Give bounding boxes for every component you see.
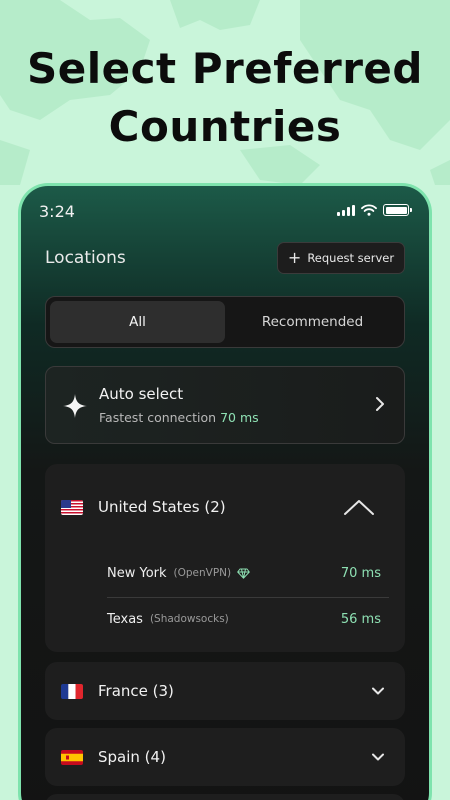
spain-flag-icon: [61, 749, 83, 765]
server-protocol: (Shadowsocks): [149, 613, 229, 625]
headline-line-2: Countries: [108, 102, 342, 151]
sparkle-icon: [63, 394, 87, 418]
chevron-right-icon: [376, 397, 384, 411]
status-time: 3:24: [39, 202, 75, 221]
chevron-up-icon[interactable]: [343, 498, 375, 516]
france-flag-icon: [61, 683, 83, 699]
country-card-spain[interactable]: Spain (4): [45, 728, 405, 786]
tab-recommended[interactable]: Recommended: [225, 301, 400, 343]
country-name: France (3): [98, 682, 174, 700]
diamond-premium-icon: [237, 568, 250, 579]
app-screen: 3:24 Locations + Request server All Reco…: [21, 186, 429, 800]
battery-icon: [383, 204, 412, 216]
server-city: New York: [107, 565, 167, 581]
server-row-new-york[interactable]: New York (OpenVPN) 70 ms: [107, 558, 389, 588]
server-city: Texas: [107, 611, 143, 627]
country-card-next[interactable]: [45, 794, 405, 800]
auto-select-ping: 70 ms: [220, 410, 259, 425]
country-card-united-states: United States (2) New York (OpenVPN) 70 …: [45, 464, 405, 652]
server-ping: 70 ms: [340, 565, 381, 581]
chevron-down-icon: [372, 687, 384, 695]
auto-select-card[interactable]: Auto select Fastest connection 70 ms: [45, 366, 405, 444]
server-ping: 56 ms: [340, 611, 381, 627]
status-bar: 3:24: [21, 186, 429, 234]
server-row-texas[interactable]: Texas (Shadowsocks) 56 ms: [107, 604, 389, 634]
us-flag-icon: [61, 499, 83, 515]
chevron-down-icon: [372, 753, 384, 761]
plus-icon: +: [287, 248, 302, 267]
wifi-icon: [361, 204, 377, 216]
country-name: United States (2): [98, 498, 226, 516]
tab-all[interactable]: All: [50, 301, 225, 343]
server-protocol: (OpenVPN): [173, 567, 232, 579]
country-header-united-states[interactable]: United States (2): [61, 492, 389, 522]
auto-select-title: Auto select: [99, 385, 184, 403]
auto-select-subtitle: Fastest connection 70 ms: [99, 410, 259, 425]
country-card-france[interactable]: France (3): [45, 662, 405, 720]
auto-select-subtitle-text: Fastest connection: [99, 410, 217, 425]
country-header-france: France (3): [61, 676, 389, 706]
promo-headline: Select Preferred Countries: [0, 40, 450, 156]
headline-line-1: Select Preferred: [27, 44, 423, 93]
page-title: Locations: [45, 248, 126, 268]
signal-icon: [337, 204, 355, 216]
server-divider: [107, 597, 389, 598]
locations-header: Locations + Request server: [45, 242, 405, 276]
phone-frame: 3:24 Locations + Request server All Reco…: [18, 183, 432, 800]
country-name: Spain (4): [98, 748, 166, 766]
country-header-spain: Spain (4): [61, 742, 389, 772]
request-server-button[interactable]: + Request server: [277, 242, 405, 274]
location-filter-tabs: All Recommended: [45, 296, 405, 348]
status-icons: [337, 204, 412, 216]
request-server-label: Request server: [307, 251, 395, 265]
